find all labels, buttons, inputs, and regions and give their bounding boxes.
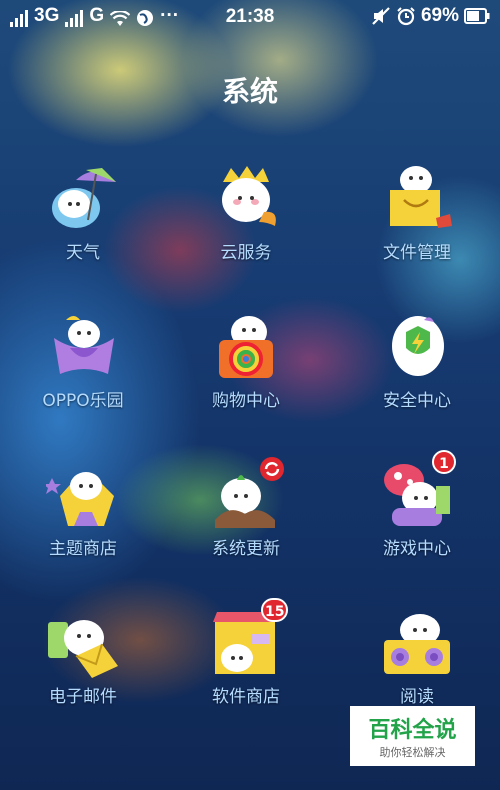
notification-badge: 1	[432, 450, 456, 474]
email-icon	[48, 620, 118, 678]
theme-store-icon	[46, 472, 114, 526]
shopping-center-icon	[219, 316, 273, 378]
cloud-service-icon	[222, 166, 276, 226]
watermark-subtitle: 助你轻松解决	[379, 746, 446, 759]
app-weather[interactable]: 天气	[8, 160, 158, 280]
reading-icon	[384, 614, 450, 674]
folder-title: 系统	[221, 75, 278, 108]
alarm-icon	[397, 7, 415, 26]
app-theme-store[interactable]: 主题商店	[8, 456, 158, 576]
weather-icon	[52, 168, 116, 228]
app-label: 阅读	[400, 687, 434, 707]
watermark-logo: 百科全说 助你轻松解决	[350, 706, 475, 766]
app-security-center[interactable]: 安全中心	[342, 308, 492, 428]
app-label: 电子邮件	[49, 687, 117, 707]
app-grid: 天气 云服务 文件管理 OPPO乐园 购物中心 安全中心 主题商店 系统更新 1…	[0, 160, 500, 740]
watermark-title: 百科全说	[368, 718, 457, 743]
notification-badge: 15	[261, 598, 289, 622]
security-center-icon	[392, 316, 444, 376]
app-cloud-service[interactable]: 云服务	[171, 160, 321, 280]
app-label: 游戏中心	[383, 539, 451, 559]
app-label: 系统更新	[212, 539, 280, 559]
app-label: 天气	[66, 243, 100, 263]
app-software-store[interactable]: 15 软件商店	[171, 598, 321, 724]
status-bar: 3G G ··· 21:38 69%	[0, 0, 500, 34]
app-label: 安全中心	[383, 391, 451, 411]
app-game-center[interactable]: 1 游戏中心	[342, 450, 492, 576]
app-label: 主题商店	[49, 539, 117, 559]
app-label: 云服务	[220, 243, 272, 263]
app-label: 软件商店	[212, 687, 280, 707]
oppo-paradise-icon	[54, 316, 114, 374]
app-file-manager[interactable]: 文件管理	[342, 160, 492, 280]
battery-percent: 69%	[420, 5, 459, 26]
mute-icon	[372, 7, 390, 25]
app-label: 文件管理	[383, 243, 451, 263]
file-manager-icon	[390, 166, 452, 228]
app-oppo-paradise[interactable]: OPPO乐园	[8, 308, 158, 428]
app-shopping-center[interactable]: 购物中心	[171, 308, 321, 428]
app-label: OPPO乐园	[42, 391, 124, 411]
app-label: 购物中心	[212, 391, 280, 411]
app-system-update[interactable]: 系统更新	[171, 456, 321, 576]
refresh-icon	[260, 457, 284, 481]
battery-icon	[464, 8, 490, 24]
app-email[interactable]: 电子邮件	[8, 604, 158, 724]
